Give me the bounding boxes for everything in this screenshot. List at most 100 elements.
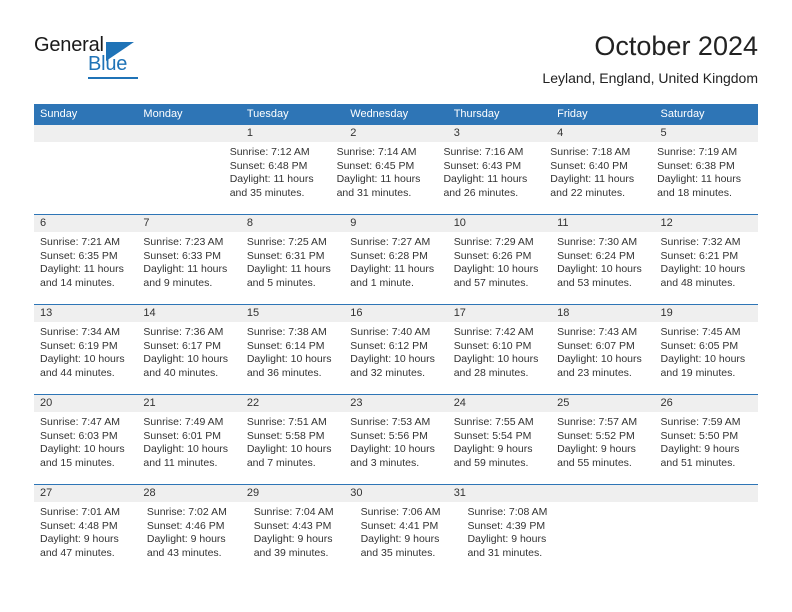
day-number: [551, 485, 654, 502]
daylight-text-line1: Daylight: 9 hours: [146, 533, 226, 546]
daylight-text-line2: and 35 minutes.: [360, 546, 436, 559]
sunset-text: Sunset: 6:38 PM: [657, 159, 735, 172]
sunset-text: Sunset: 4:41 PM: [360, 519, 439, 532]
daylight-text-line2: and 7 minutes.: [246, 456, 316, 469]
sunrise-text: Sunrise: 7:14 AM: [336, 146, 417, 158]
week-detail-row: Sunrise: 7:12 AM Sunset: 6:48 PM Dayligh…: [34, 142, 758, 214]
day-cell-empty: [663, 502, 758, 574]
sunset-text: Sunset: 4:46 PM: [146, 519, 225, 532]
daylight-text-line1: Daylight: 9 hours: [557, 443, 636, 456]
week-detail-row: Sunrise: 7:01 AM Sunset: 4:48 PM Dayligh…: [34, 502, 758, 574]
sunrise-text: Sunrise: 7:18 AM: [550, 146, 631, 158]
daylight-text-line2: and 19 minutes.: [660, 366, 736, 379]
sunset-text: Sunset: 5:52 PM: [557, 429, 635, 442]
page-title: October 2024: [594, 31, 758, 61]
daylight-text-line2: and 53 minutes.: [557, 276, 632, 289]
day-cell: Sunrise: 7:47 AM Sunset: 6:03 PM Dayligh…: [34, 412, 137, 484]
week-date-band: 1 2 3 4 5: [34, 125, 758, 142]
daylight-text-line1: Daylight: 11 hours: [336, 173, 421, 186]
day-number: 2: [350, 127, 357, 139]
daylight-text-line2: and 57 minutes.: [453, 276, 529, 289]
daylight-text-line1: Daylight: 10 hours: [40, 443, 125, 456]
day-cell: Sunrise: 7:32 AM Sunset: 6:21 PM Dayligh…: [655, 232, 758, 304]
daylight-text-line1: Daylight: 11 hours: [550, 173, 635, 186]
sunset-text: Sunset: 6:21 PM: [660, 249, 739, 262]
sunrise-text: Sunrise: 7:43 AM: [557, 326, 638, 338]
daylight-text-line2: and 22 minutes.: [550, 186, 626, 199]
day-number: 1: [246, 127, 253, 139]
daylight-text-line2: and 31 minutes.: [467, 546, 543, 559]
sunrise-text: Sunrise: 7:32 AM: [660, 236, 741, 248]
sunset-text: Sunset: 4:43 PM: [253, 519, 332, 532]
page-subtitle: Leyland, England, United Kingdom: [542, 70, 758, 86]
day-number: 24: [453, 397, 466, 409]
daylight-text-line2: and 5 minutes.: [246, 276, 316, 289]
sunrise-text: Sunrise: 7:08 AM: [467, 506, 548, 518]
day-number: 9: [350, 217, 357, 229]
sunrise-text: Sunrise: 7:01 AM: [40, 506, 120, 518]
week-detail-row: Sunrise: 7:47 AM Sunset: 6:03 PM Dayligh…: [34, 412, 758, 484]
daylight-text-line1: Daylight: 9 hours: [660, 443, 740, 456]
week-detail-row: Sunrise: 7:21 AM Sunset: 6:35 PM Dayligh…: [34, 232, 758, 304]
sunrise-text: Sunrise: 7:40 AM: [350, 326, 431, 338]
daylight-text-line2: and 9 minutes.: [143, 276, 213, 289]
day-cell: Sunrise: 7:40 AM Sunset: 6:12 PM Dayligh…: [344, 322, 447, 394]
daylight-text-line2: and 47 minutes.: [40, 546, 115, 559]
sunrise-text: Sunrise: 7:49 AM: [143, 416, 224, 428]
sunset-text: Sunset: 6:26 PM: [453, 249, 532, 262]
daylight-text-line2: and 14 minutes.: [40, 276, 115, 289]
day-cell: Sunrise: 7:04 AM Sunset: 4:43 PM Dayligh…: [248, 502, 355, 574]
sunrise-text: Sunrise: 7:34 AM: [40, 326, 120, 338]
sunset-text: Sunset: 5:56 PM: [350, 429, 428, 442]
day-number: 17: [453, 307, 466, 319]
sunrise-text: Sunrise: 7:53 AM: [350, 416, 431, 428]
sunrise-text: Sunrise: 7:25 AM: [246, 236, 327, 248]
day-number: 3: [453, 127, 460, 139]
daylight-text-line1: Daylight: 10 hours: [453, 353, 539, 366]
daylight-text-line2: and 59 minutes.: [453, 456, 529, 469]
weekday-header-row: Sunday Monday Tuesday Wednesday Thursday…: [34, 104, 758, 124]
daylight-text-line1: Daylight: 9 hours: [40, 533, 119, 546]
daylight-text-line1: Daylight: 10 hours: [40, 353, 125, 366]
sunset-text: Sunset: 6:48 PM: [229, 159, 308, 172]
daylight-text-line2: and 44 minutes.: [40, 366, 115, 379]
day-cell-empty: [568, 502, 663, 574]
day-number: 30: [350, 487, 363, 499]
day-number: 28: [143, 487, 156, 499]
sunrise-text: Sunrise: 7:36 AM: [143, 326, 224, 338]
sunset-text: Sunset: 6:43 PM: [443, 159, 522, 172]
week-date-band: 13 14 15 16 17 18 19: [34, 305, 758, 322]
sunrise-text: Sunrise: 7:04 AM: [253, 506, 334, 518]
sunset-text: Sunset: 5:54 PM: [453, 429, 532, 442]
day-cell-empty: [34, 142, 129, 214]
sunrise-text: Sunrise: 7:55 AM: [453, 416, 534, 428]
day-cell: Sunrise: 7:57 AM Sunset: 5:52 PM Dayligh…: [551, 412, 654, 484]
day-number: [137, 125, 240, 142]
weekday-header-monday: Monday: [143, 108, 183, 120]
day-number: 14: [143, 307, 156, 319]
daylight-text-line2: and 32 minutes.: [350, 366, 425, 379]
sunrise-text: Sunrise: 7:30 AM: [557, 236, 638, 248]
sunrise-text: Sunrise: 7:51 AM: [246, 416, 327, 428]
calendar-grid: Sunday Monday Tuesday Wednesday Thursday…: [34, 104, 758, 574]
week-date-band: 20 21 22 23 24 25 26: [34, 395, 758, 412]
sunset-text: Sunset: 6:35 PM: [40, 249, 118, 262]
day-number: 18: [557, 307, 570, 319]
week-row: 27 28 29 30 31 Sunrise: 7:01 AM Sunset: …: [34, 484, 758, 574]
sunrise-text: Sunrise: 7:12 AM: [229, 146, 310, 158]
day-cell: Sunrise: 7:25 AM Sunset: 6:31 PM Dayligh…: [241, 232, 344, 304]
sunrise-text: Sunrise: 7:38 AM: [246, 326, 327, 338]
day-cell: Sunrise: 7:21 AM Sunset: 6:35 PM Dayligh…: [34, 232, 137, 304]
sunset-text: Sunset: 6:40 PM: [550, 159, 628, 172]
sunset-text: Sunset: 6:03 PM: [40, 429, 118, 442]
day-number: 20: [40, 397, 53, 409]
week-date-band: 27 28 29 30 31: [34, 485, 758, 502]
day-cell: Sunrise: 7:45 AM Sunset: 6:05 PM Dayligh…: [655, 322, 758, 394]
day-number: 27: [40, 487, 53, 499]
daylight-text-line1: Daylight: 9 hours: [253, 533, 333, 546]
day-number: 5: [660, 127, 667, 139]
sunset-text: Sunset: 6:10 PM: [453, 339, 532, 352]
sunset-text: Sunset: 6:17 PM: [143, 339, 222, 352]
sunrise-text: Sunrise: 7:21 AM: [40, 236, 120, 248]
sunset-text: Sunset: 6:07 PM: [557, 339, 635, 352]
